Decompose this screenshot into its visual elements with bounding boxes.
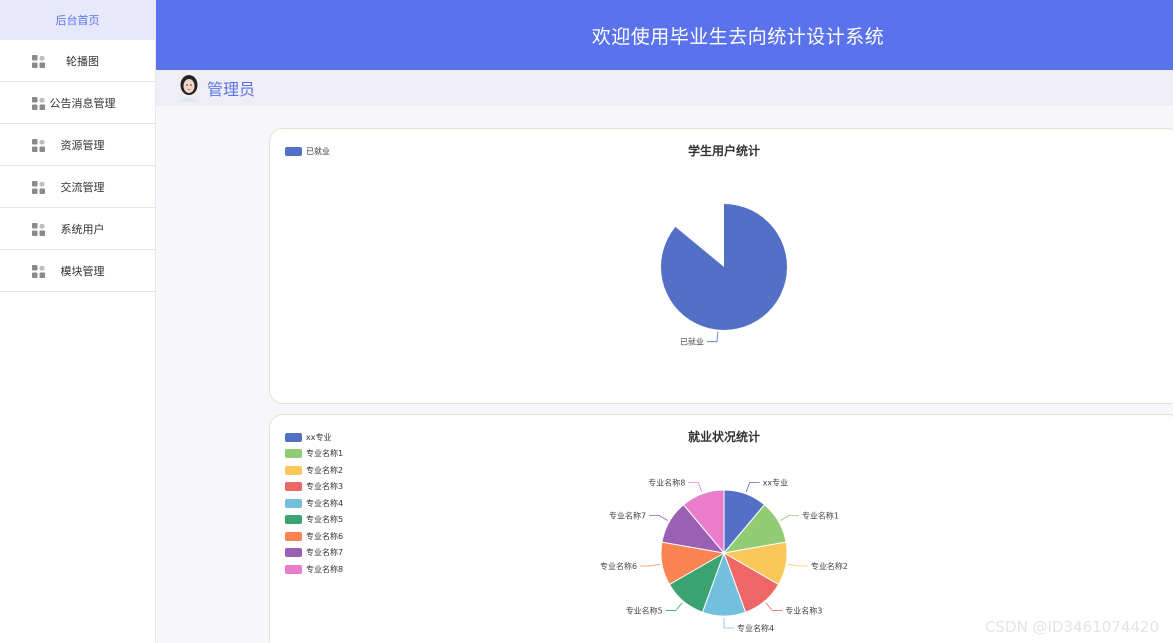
employment-pie-chart: xx专业专业名称1 专业名称2 专业名称3 专业名称4 专业名称5 专业名称6 专业名称7 专…: [600, 478, 848, 633]
watermark: CSDN @ID3461074420: [985, 618, 1159, 636]
sidebar-item-label: 公告消息管理: [49, 96, 116, 110]
label-line: [765, 602, 783, 611]
student-user-pie-chart: 已就业: [661, 204, 787, 347]
label-line: [787, 563, 808, 567]
label-line: [745, 482, 760, 493]
page-title: 欢迎使用毕业生去向统计设计系统: [591, 25, 885, 48]
sidebar-item[interactable]: 交流管理: [0, 166, 155, 208]
sidebar-item[interactable]: 资源管理: [0, 124, 155, 166]
slice-label: 专业名称2: [811, 561, 848, 571]
sidebar-item-label: 轮播图: [66, 54, 99, 68]
sidebar-item[interactable]: 系统用户: [0, 208, 155, 250]
user-bar: 管理员: [156, 70, 1173, 106]
slice-label: 专业名称8: [648, 478, 685, 488]
grid-icon: [32, 55, 45, 68]
grid-icon: [32, 181, 45, 194]
label-line: [723, 618, 734, 629]
app-root: 后台首页 轮播图公告消息管理 资源管理交流管理系统用户模块管理 欢迎使用毕业生去向…: [0, 0, 1173, 643]
sidebar-home-label: 后台首页: [55, 14, 100, 27]
student-user-chart-card: 学生用户统计 已就业 已就业: [269, 128, 1173, 404]
sidebar-item[interactable]: 公告消息管理: [0, 82, 155, 124]
slice-label: 专业名称7: [609, 511, 646, 521]
grid-icon: [32, 139, 45, 152]
slice-label: xx专业: [763, 478, 788, 488]
slice-label: 专业名称4: [737, 623, 774, 633]
pie-slice[interactable]: [661, 204, 787, 330]
sidebar-item[interactable]: 轮播图: [0, 40, 155, 82]
grid-icon: [32, 223, 45, 236]
sidebar-item-label: 模块管理: [60, 264, 105, 278]
slice-label: 专业名称6: [600, 561, 637, 571]
top-header: 欢迎使用毕业生去向统计设计系统: [156, 0, 1173, 70]
grid-icon: [32, 97, 45, 110]
sidebar-item-label: 资源管理: [60, 138, 105, 152]
sidebar-home[interactable]: 后台首页: [0, 0, 155, 40]
label-line: [640, 563, 661, 567]
label-line: [780, 515, 799, 521]
slice-label: 专业名称1: [802, 511, 839, 521]
admin-name[interactable]: 管理员: [207, 76, 255, 100]
sidebar-item[interactable]: 模块管理: [0, 250, 155, 292]
slice-label: 专业名称3: [785, 605, 822, 615]
label-line: [649, 515, 668, 521]
sidebar-item-label: 系统用户: [60, 222, 105, 236]
avatar[interactable]: [178, 74, 200, 102]
slice-label: 已就业: [680, 337, 704, 347]
employment-chart-card: 就业状况统计 xx专业 专业名称1 专业名称2 专业名称3 专业名称4 专业名称5 专业名称…: [269, 414, 1173, 643]
sidebar-item-label: 交流管理: [60, 180, 105, 194]
label-line: [665, 602, 683, 611]
slice-label: 专业名称5: [626, 605, 663, 615]
sidebar-list: 轮播图公告消息管理 资源管理交流管理系统用户模块管理: [0, 40, 155, 292]
label-line: [688, 482, 703, 493]
grid-icon: [32, 265, 45, 278]
sidebar: 后台首页 轮播图公告消息管理 资源管理交流管理系统用户模块管理: [0, 0, 156, 643]
label-line: [706, 331, 719, 343]
